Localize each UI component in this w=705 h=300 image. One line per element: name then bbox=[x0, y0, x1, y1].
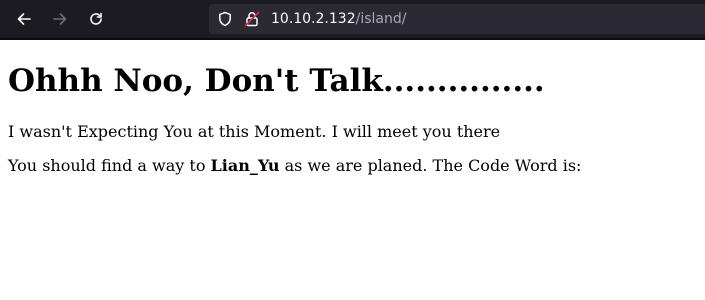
paragraph-code-word: You should find a way to Lian_Yu as we a… bbox=[8, 156, 581, 176]
url-bar[interactable]: 10.10.2.132/island/ bbox=[209, 4, 705, 34]
back-button[interactable] bbox=[11, 6, 37, 32]
arrow-right-icon bbox=[53, 13, 67, 25]
insecure-lock-icon[interactable] bbox=[244, 11, 260, 27]
paragraph-text-after: as we are planed. The Code Word is: bbox=[279, 156, 582, 175]
reload-button[interactable] bbox=[83, 6, 109, 32]
paragraph-text-before: You should find a way to bbox=[8, 156, 211, 175]
browser-toolbar: 10.10.2.132/island/ bbox=[0, 0, 705, 38]
bold-keyword: Lian_Yu bbox=[210, 156, 280, 175]
url-host: 10.10.2.132 bbox=[271, 11, 356, 27]
forward-button[interactable] bbox=[47, 6, 73, 32]
arrow-left-icon bbox=[17, 13, 31, 25]
paragraph-expecting: I wasn't Expecting You at this Moment. I… bbox=[8, 122, 501, 141]
reload-icon bbox=[90, 12, 102, 25]
url-path: /island/ bbox=[355, 11, 407, 27]
toolbar-divider bbox=[0, 38, 705, 40]
page-heading: Ohhh Noo, Don't Talk............... bbox=[8, 63, 545, 99]
shield-icon[interactable] bbox=[217, 11, 233, 27]
url-text[interactable]: 10.10.2.132/island/ bbox=[271, 10, 406, 28]
